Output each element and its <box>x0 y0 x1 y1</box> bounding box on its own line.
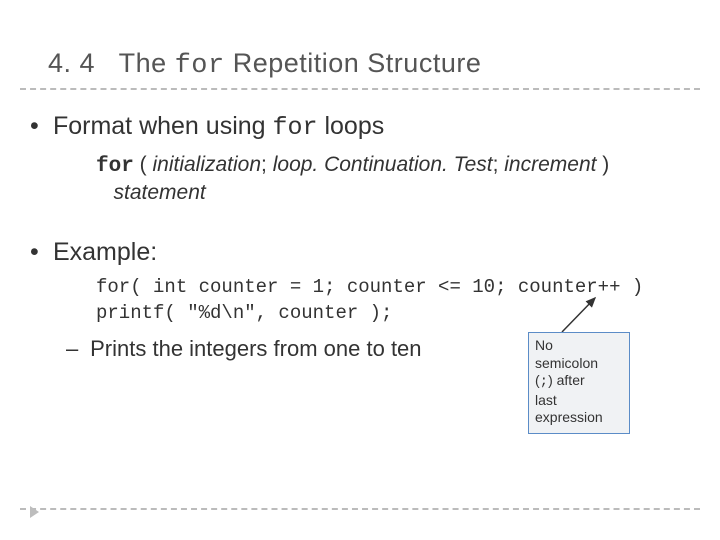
bullet-format-post: loops <box>318 112 385 140</box>
callout-line-5: expression <box>535 409 623 427</box>
bullet-format: • Format when using for loops <box>30 112 384 142</box>
slide-title: 4. 4 The for Repetition Structure <box>48 48 481 81</box>
callout-line-2: semicolon <box>535 355 623 373</box>
bullet-example-label: Example: <box>53 238 157 266</box>
syntax-inc: increment <box>504 153 596 176</box>
title-pre: The <box>119 48 175 78</box>
callout-line-3: (;) after <box>535 372 623 392</box>
dash-icon: – <box>66 336 84 362</box>
section-number: 4. 4 <box>48 48 95 78</box>
syntax-open: ( <box>134 153 153 176</box>
syntax-init: initialization <box>152 153 261 176</box>
title-post: Repetition Structure <box>225 48 482 78</box>
code-line-2: printf( "%d\n", counter ); <box>96 302 392 324</box>
syntax-line-1: for ( initialization; loop. Continuation… <box>96 152 609 180</box>
syntax-close: ) <box>596 153 609 176</box>
title-keyword: for <box>175 51 225 81</box>
bullet-format-pre: Format when using <box>53 112 273 140</box>
syntax-stmt: statement <box>114 181 206 204</box>
syntax-line-2: statement <box>96 180 206 206</box>
syntax-keyword: for <box>96 155 134 178</box>
sub-bullet-prints: – Prints the integers from one to ten <box>66 336 422 362</box>
callout-note: No semicolon (;) after last expression <box>528 332 630 434</box>
callout-line-1: No <box>535 337 623 355</box>
code-line-1: for( int counter = 1; counter <= 10; cou… <box>96 276 643 298</box>
syntax-sep2: ; <box>493 153 505 176</box>
syntax-cond: loop. Continuation. Test <box>273 153 493 176</box>
bullet-dot-icon: • <box>30 238 46 267</box>
callout-line-4: last <box>535 392 623 410</box>
syntax-sep1: ; <box>261 153 273 176</box>
sub-bullet-text: Prints the integers from one to ten <box>90 336 421 361</box>
bullet-example: • Example: <box>30 238 157 267</box>
title-divider <box>20 88 700 90</box>
bullet-dot-icon: • <box>30 112 46 141</box>
footer-divider <box>20 508 700 510</box>
bullet-format-keyword: for <box>273 113 318 142</box>
play-icon <box>30 506 39 518</box>
